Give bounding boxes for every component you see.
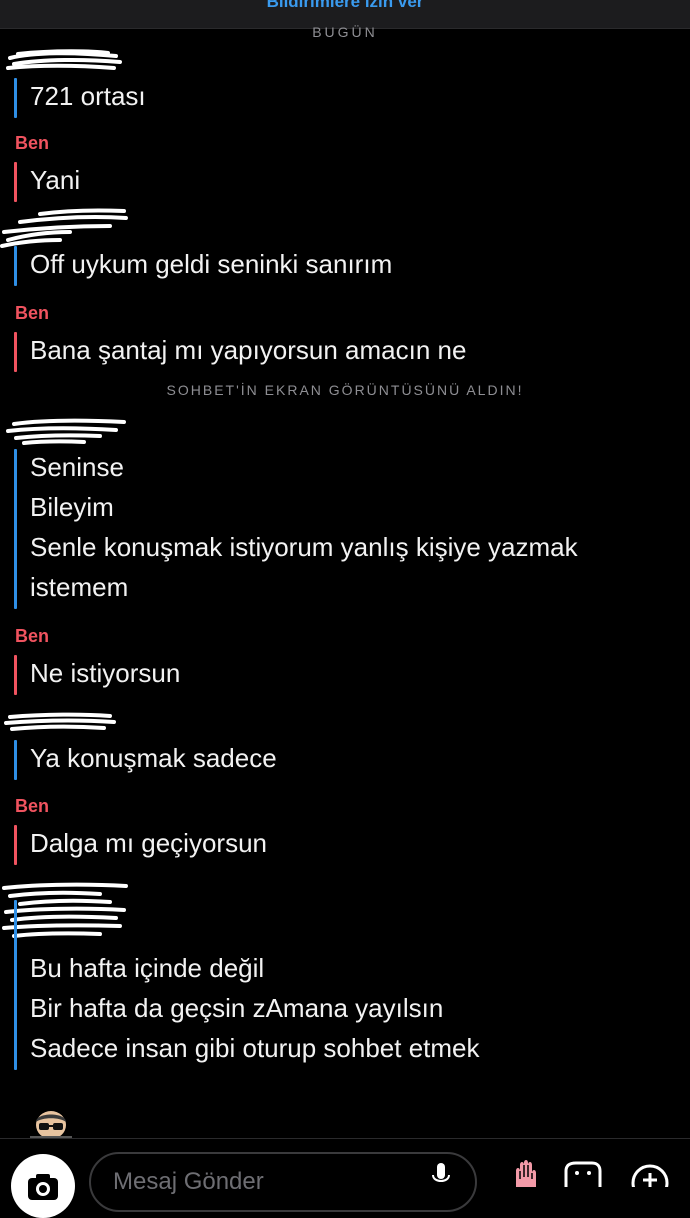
sticker-icon[interactable]	[562, 1161, 602, 1187]
screenshot-notice: SOHBET'İN EKRAN GÖRÜNTÜSÜNÜ ALDIN!	[166, 382, 524, 398]
composer-bar	[0, 1138, 690, 1218]
redacted-sender-name	[4, 712, 116, 731]
emoji-icon[interactable]	[510, 1159, 544, 1187]
message-text: Seninse	[30, 452, 124, 482]
redacted-sender-name	[0, 208, 128, 248]
sender-name-me: Ben	[15, 133, 50, 153]
message-bar	[14, 740, 17, 780]
camera-button[interactable]	[11, 1154, 75, 1218]
message-bar	[14, 900, 17, 1070]
message-bar	[14, 449, 17, 609]
mic-icon[interactable]	[430, 1163, 452, 1187]
message-bar	[14, 825, 17, 865]
message-text: Bana şantaj mı yapıyorsun amacın ne	[30, 335, 467, 365]
message-text: Bu hafta içinde değil	[30, 953, 265, 983]
sender-name-me: Ben	[15, 303, 50, 323]
message-input[interactable]	[89, 1152, 477, 1212]
redacted-sender-name	[6, 49, 122, 70]
message-text: Ya konuşmak sadece	[30, 743, 277, 773]
camera-icon	[28, 1174, 58, 1200]
message-text: Dalga mı geçiyorsun	[30, 828, 267, 858]
message-text: 721 ortası	[30, 81, 146, 111]
allow-notifications-link[interactable]: Bildirimlere izin ver	[0, 0, 690, 12]
message-text: Bileyim	[30, 492, 114, 522]
sender-name-me: Ben	[15, 626, 50, 646]
message-text: Yani	[30, 165, 81, 195]
message-text: Ne istiyorsun	[30, 658, 181, 688]
date-divider: BUGÜN	[312, 24, 378, 40]
sender-name-me: Ben	[15, 796, 50, 816]
redacted-sender-name	[6, 418, 126, 445]
message-bar	[14, 655, 17, 695]
message-bar	[14, 332, 17, 372]
message-text: Senle konuşmak istiyorum yanlış kişiye y…	[30, 532, 578, 562]
redacted-sender-name	[2, 882, 128, 938]
message-bar	[14, 78, 17, 118]
message-bar	[14, 246, 17, 286]
plus-icon[interactable]	[630, 1163, 670, 1187]
message-text: Bir hafta da geçsin zAmana yayılsın	[30, 993, 444, 1023]
friend-avatar-icon[interactable]	[30, 1108, 72, 1142]
message-bar	[14, 162, 17, 202]
message-text: Sadece insan gibi oturup sohbet etmek	[30, 1033, 480, 1063]
message-text: istemem	[30, 572, 129, 602]
message-text: Off uykum geldi seninki sanırım	[30, 249, 393, 279]
